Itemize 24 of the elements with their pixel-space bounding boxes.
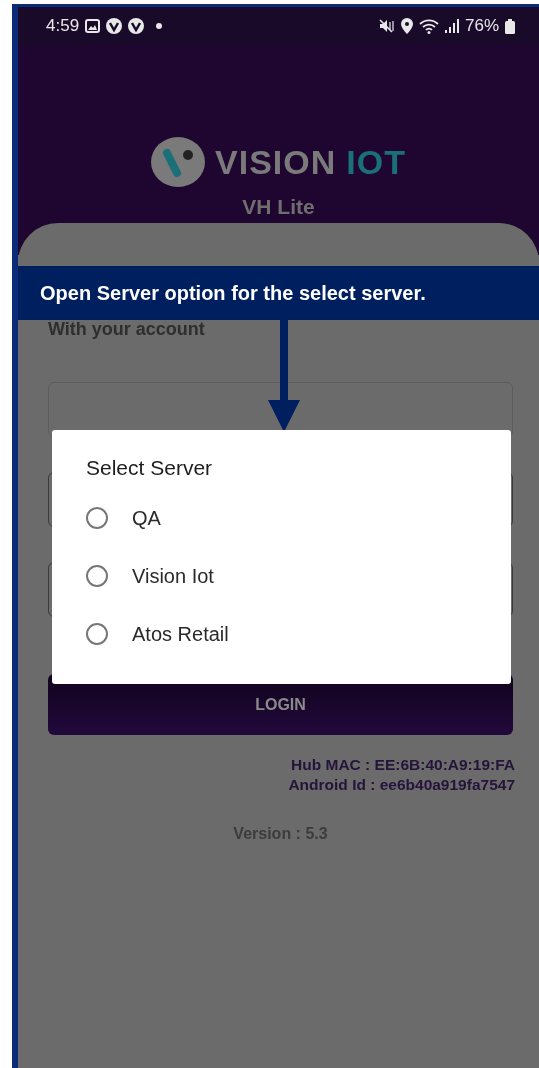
- radio-option[interactable]: QA: [86, 500, 161, 536]
- arrow-icon: [268, 320, 300, 432]
- hub-mac-text: Hub MAC : EE:6B:40:A9:19:FA: [291, 755, 515, 775]
- login-subtitle: With your account: [48, 319, 206, 340]
- android-id-text: Android Id : ee6b40a919fa7547: [288, 775, 515, 795]
- logo-text: IOT: [346, 142, 406, 182]
- location-icon: [400, 18, 413, 34]
- mute-icon: [378, 19, 395, 33]
- app-notification-icon: [106, 18, 123, 34]
- signal-icon: [444, 19, 459, 33]
- battery-icon: [505, 18, 515, 34]
- app-notification-icon: [128, 18, 145, 34]
- logo-icon: [151, 137, 206, 187]
- radio-option[interactable]: Atos Retail: [86, 616, 229, 652]
- dot-icon: [156, 23, 163, 29]
- app-name: VH Lite: [242, 195, 315, 219]
- clock: 4:59: [46, 16, 80, 36]
- logo-text: VISION: [215, 142, 337, 182]
- callout-banner: Open Server option for the select server.: [18, 266, 539, 320]
- wifi-icon: [418, 18, 439, 34]
- gallery-icon: [85, 19, 101, 33]
- dialog-title: Select Server: [86, 456, 214, 480]
- battery-percent: 76%: [464, 16, 499, 36]
- radio-option[interactable]: Vision Iot: [86, 558, 214, 594]
